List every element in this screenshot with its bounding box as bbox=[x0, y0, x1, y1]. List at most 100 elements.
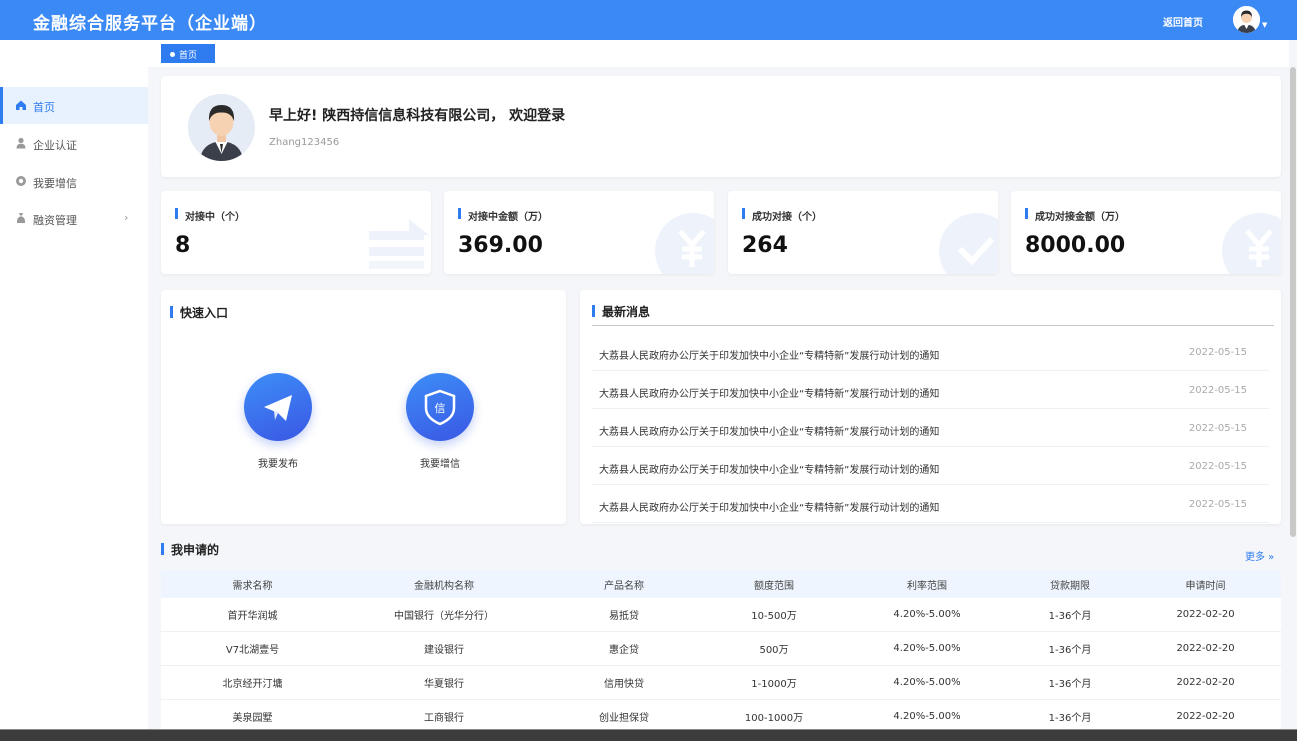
table-cell: 首开华润城 bbox=[227, 611, 278, 622]
stat-label: 对接中金额（万） bbox=[458, 208, 548, 223]
stat-card-success-amount: 成功对接金额（万） 8000.00 bbox=[1011, 191, 1281, 274]
publish-button[interactable]: 我要发布 bbox=[233, 373, 323, 470]
table-cell: 信用快贷 bbox=[604, 679, 644, 690]
news-card: 最新消息 大荔县人民政府办公厅关于印发加快中小企业“专精特新”发展行动计划的通知… bbox=[580, 290, 1281, 524]
news-date: 2022-05-15 bbox=[1188, 347, 1247, 358]
stat-label: 对接中（个） bbox=[175, 208, 245, 223]
stat-card-connecting-amount: 对接中金额（万） 369.00 bbox=[444, 191, 714, 274]
table-cell: 中国银行（光华分行） bbox=[394, 611, 494, 622]
table-cell: 4.20%-5.00% bbox=[893, 643, 961, 654]
scrollbar-thumb[interactable] bbox=[1290, 67, 1296, 537]
news-title: 大荔县人民政府办公厅关于印发加快中小企业“专精特新”发展行动计划的通知 bbox=[599, 351, 940, 362]
welcome-card: 早上好! 陕西持信信息科技有限公司， 欢迎登录 Zhang123456 bbox=[161, 76, 1281, 177]
news-item[interactable]: 大荔县人民政府办公厅关于印发加快中小企业“专精特新”发展行动计划的通知 2022… bbox=[592, 333, 1269, 371]
table-cell: 1-1000万 bbox=[751, 679, 797, 690]
column-header: 额度范围 bbox=[754, 580, 794, 592]
check-icon bbox=[939, 213, 998, 274]
dot-icon bbox=[170, 52, 175, 57]
table-cell: 易抵贷 bbox=[609, 611, 639, 622]
top-header: 金融综合服务平台（企业端） 返回首页 ▼ bbox=[0, 0, 1297, 40]
table-header: 需求名称 金融机构名称 产品名称 额度范围 利率范围 贷款期限 申请时间 bbox=[161, 570, 1281, 598]
app-window: 金融综合服务平台（企业端） 返回首页 ▼ 首页 企业认证 我要增信 融资管理 ›… bbox=[0, 0, 1297, 729]
table-cell: 500万 bbox=[759, 645, 789, 656]
news-item[interactable]: 大荔县人民政府办公厅关于印发加快中小企业“专精特新”发展行动计划的通知 2022… bbox=[592, 371, 1269, 409]
news-title: 大荔县人民政府办公厅关于印发加快中小企业“专精特新”发展行动计划的通知 bbox=[599, 427, 940, 438]
news-date: 2022-05-15 bbox=[1188, 461, 1247, 472]
credit-enhance-button[interactable]: 信 我要增信 bbox=[395, 373, 485, 470]
table-cell: 1-36个月 bbox=[1048, 713, 1092, 724]
news-item[interactable]: 大荔县人民政府办公厅关于印发加快中小企业“专精特新”发展行动计划的通知 2022… bbox=[592, 485, 1269, 523]
section-title: 快速入口 bbox=[170, 304, 228, 321]
app-title: 金融综合服务平台（企业端） bbox=[33, 14, 267, 34]
stat-value: 369.00 bbox=[458, 233, 543, 258]
breadcrumb-label: 首页 bbox=[179, 51, 198, 61]
sidebar-item-finance[interactable]: 融资管理 › bbox=[0, 200, 148, 237]
news-item[interactable]: 大荔县人民政府办公厅关于印发加快中小企业“专精特新”发展行动计划的通知 2022… bbox=[592, 447, 1269, 485]
table-cell: 创业担保贷 bbox=[599, 713, 649, 724]
sidebar-item-label: 企业认证 bbox=[33, 139, 77, 152]
stat-card-connecting-count: 对接中（个） 8 bbox=[161, 191, 431, 274]
table-cell: 2022-02-20 bbox=[1176, 677, 1235, 688]
table-row[interactable]: V7北湖壹号 建设银行 惠企贷 500万 4.20%-5.00% 1-36个月 … bbox=[161, 632, 1281, 666]
sidebar-item-credit[interactable]: 我要增信 bbox=[0, 163, 148, 200]
more-link[interactable]: 更多 » bbox=[1245, 548, 1274, 563]
user-avatar-icon[interactable] bbox=[1233, 6, 1260, 33]
column-header: 金融机构名称 bbox=[414, 580, 474, 592]
yuan-icon bbox=[655, 213, 714, 274]
table-row[interactable]: 美泉园墅 工商银行 创业担保贷 100-1000万 4.20%-5.00% 1-… bbox=[161, 700, 1281, 729]
news-date: 2022-05-15 bbox=[1188, 499, 1247, 510]
return-home-link[interactable]: 返回首页 bbox=[1163, 14, 1203, 29]
news-date: 2022-05-15 bbox=[1188, 423, 1247, 434]
svg-text:信: 信 bbox=[435, 402, 446, 415]
credit-shield-icon: 信 bbox=[406, 373, 474, 441]
table-cell: 1-36个月 bbox=[1048, 679, 1092, 690]
news-date: 2022-05-15 bbox=[1188, 385, 1247, 396]
breadcrumb: 首页 bbox=[148, 40, 1289, 67]
vertical-scrollbar[interactable] bbox=[1289, 67, 1297, 729]
section-title: 我申请的 bbox=[161, 541, 219, 558]
table-row[interactable]: 首开华润城 中国银行（光华分行） 易抵贷 10-500万 4.20%-5.00%… bbox=[161, 598, 1281, 632]
transfer-icon bbox=[369, 219, 429, 269]
stat-value: 8000.00 bbox=[1025, 233, 1126, 258]
column-header: 利率范围 bbox=[907, 580, 947, 592]
welcome-greeting: 早上好! 陕西持信信息科技有限公司， 欢迎登录 bbox=[269, 108, 566, 124]
sidebar-item-home[interactable]: 首页 bbox=[0, 87, 148, 124]
applications-table: 需求名称 金融机构名称 产品名称 额度范围 利率范围 贷款期限 申请时间 首开华… bbox=[161, 570, 1281, 729]
table-cell: 惠企贷 bbox=[609, 645, 639, 656]
news-title: 大荔县人民政府办公厅关于印发加快中小企业“专精特新”发展行动计划的通知 bbox=[599, 389, 940, 400]
breadcrumb-tag-home[interactable]: 首页 bbox=[161, 44, 215, 63]
stat-value: 264 bbox=[742, 233, 788, 258]
news-title: 大荔县人民政府办公厅关于印发加快中小企业“专精特新”发展行动计划的通知 bbox=[599, 503, 940, 514]
user-icon bbox=[16, 137, 26, 149]
column-header: 需求名称 bbox=[232, 580, 273, 592]
table-cell: V7北湖壹号 bbox=[225, 645, 280, 656]
table-cell: 4.20%-5.00% bbox=[893, 711, 961, 722]
quick-entry-label: 我要发布 bbox=[258, 459, 298, 470]
chevron-down-icon[interactable]: ▼ bbox=[1262, 21, 1267, 29]
table-row[interactable]: 北京经开汀墉 华夏银行 信用快贷 1-1000万 4.20%-5.00% 1-3… bbox=[161, 666, 1281, 700]
window-bottom-edge bbox=[0, 729, 1297, 741]
table-cell: 美泉园墅 bbox=[232, 713, 273, 724]
stat-label: 成功对接（个） bbox=[742, 208, 822, 223]
table-cell: 1-36个月 bbox=[1048, 611, 1092, 622]
column-header: 贷款期限 bbox=[1050, 580, 1090, 592]
table-cell: 2022-02-20 bbox=[1176, 643, 1235, 654]
sidebar-item-label: 我要增信 bbox=[33, 177, 77, 190]
username: Zhang123456 bbox=[269, 137, 340, 148]
column-header: 产品名称 bbox=[604, 580, 644, 592]
sidebar-item-certification[interactable]: 企业认证 bbox=[0, 125, 148, 162]
stat-value: 8 bbox=[175, 233, 191, 258]
quick-entry-label: 我要增信 bbox=[420, 459, 460, 470]
finance-icon bbox=[16, 213, 26, 223]
table-cell: 建设银行 bbox=[424, 645, 464, 656]
sidebar-item-label: 首页 bbox=[33, 101, 55, 114]
table-cell: 4.20%-5.00% bbox=[893, 677, 961, 688]
table-cell: 4.20%-5.00% bbox=[893, 609, 961, 620]
table-cell: 工商银行 bbox=[424, 713, 464, 724]
news-item[interactable]: 大荔县人民政府办公厅关于印发加快中小企业“专精特新”发展行动计划的通知 2022… bbox=[592, 409, 1269, 447]
credit-icon bbox=[16, 176, 26, 186]
table-cell: 1-36个月 bbox=[1048, 645, 1092, 656]
yuan-icon bbox=[1222, 213, 1281, 274]
paper-plane-icon bbox=[244, 373, 312, 441]
quick-entry-card: 快速入口 我要发布 信 我要增信 bbox=[161, 290, 566, 524]
